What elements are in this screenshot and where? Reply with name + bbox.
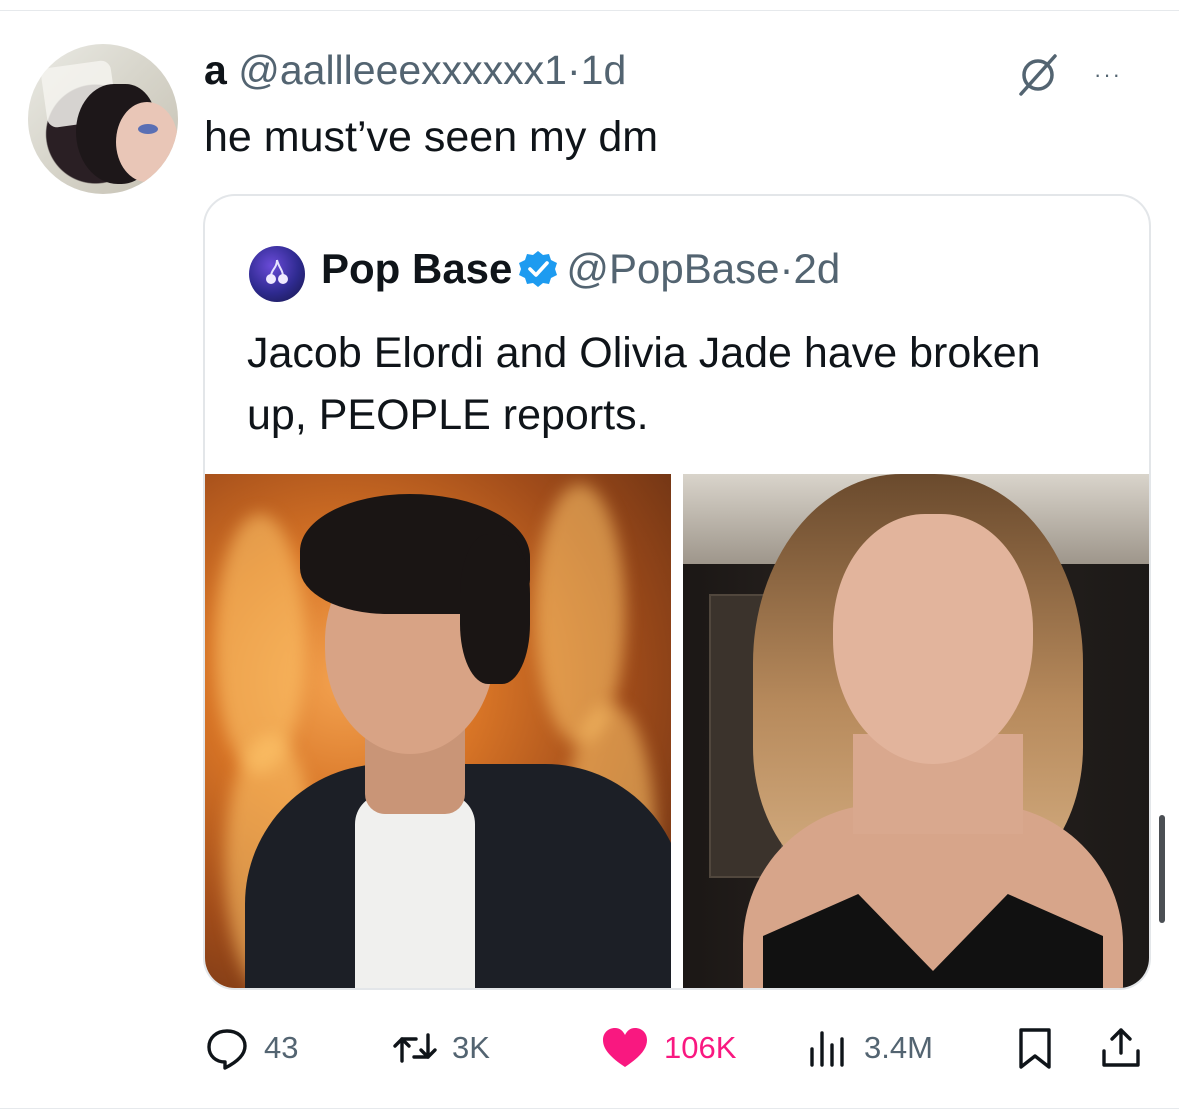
tweet-header: a @aallleeexxxxxx1·1d: [204, 47, 626, 93]
grok-icon[interactable]: [1015, 52, 1061, 98]
share-icon: [1102, 1028, 1140, 1067]
views-count: 3.4M: [864, 1030, 933, 1065]
bookmark-button[interactable]: [1012, 1020, 1058, 1076]
quoted-author-avatar[interactable]: [249, 246, 305, 302]
author-display-name[interactable]: a: [204, 47, 227, 93]
tweet-timestamp[interactable]: 1d: [581, 47, 627, 93]
quoted-tweet-text: Jacob Elordi and Olivia Jade have broken…: [247, 329, 1041, 439]
author-avatar[interactable]: [28, 44, 178, 194]
top-divider: [0, 10, 1179, 11]
quoted-tweet-header: Pop Base @PopBase·2d: [321, 243, 840, 295]
retweet-count: 3K: [452, 1030, 490, 1065]
like-button[interactable]: 106K: [600, 1020, 736, 1076]
retweet-icon: [393, 1033, 437, 1063]
quoted-tweet-card[interactable]: Pop Base @PopBase·2d Jacob Elordi and Ol…: [203, 194, 1151, 990]
reply-count: 43: [264, 1030, 299, 1065]
image-gap: [671, 474, 683, 988]
retweet-button[interactable]: 3K: [392, 1020, 490, 1076]
author-handle[interactable]: @aallleeexxxxxx1: [238, 47, 567, 93]
bookmark-icon: [1019, 1028, 1051, 1069]
tweet-text: he must’ve seen my dm: [204, 113, 659, 161]
quoted-timestamp[interactable]: 2d: [794, 245, 841, 292]
reply-icon: [207, 1029, 247, 1070]
reply-button[interactable]: 43: [204, 1020, 298, 1076]
cherry-icon: [265, 258, 289, 286]
scrollbar-thumb[interactable]: [1159, 815, 1165, 923]
views-button[interactable]: 3.4M: [804, 1020, 933, 1076]
verified-badge-icon: [519, 251, 558, 287]
heart-icon: [603, 1028, 647, 1067]
more-options-icon[interactable]: ···: [1094, 62, 1122, 88]
separator-dot: ·: [566, 47, 581, 93]
share-button[interactable]: [1098, 1020, 1144, 1076]
quoted-handle[interactable]: @PopBase: [566, 245, 779, 292]
action-bar: 43 3K 106K 3.4M: [0, 1020, 1179, 1076]
quoted-image-right[interactable]: [683, 474, 1149, 988]
quoted-display-name[interactable]: Pop Base: [321, 245, 512, 292]
views-chart-icon: [810, 1031, 844, 1067]
quoted-separator-dot: ·: [779, 245, 794, 292]
like-count: 106K: [664, 1030, 737, 1065]
bottom-divider: [0, 1108, 1179, 1109]
quoted-image-left[interactable]: [205, 474, 671, 988]
